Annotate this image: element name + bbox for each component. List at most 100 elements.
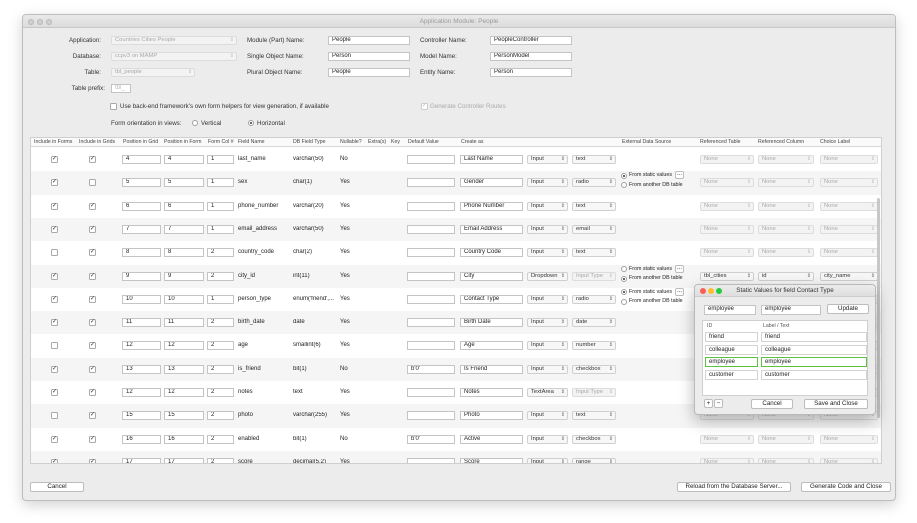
input-type-select[interactable]: date ⇕ [572,318,616,328]
create-as-select[interactable]: Input ⇕ [527,201,568,211]
field-label-input[interactable]: Is Friend [460,364,523,374]
column-header[interactable]: Choice Label [820,139,850,145]
include-in-forms-checkbox[interactable]: ✓ [51,202,58,210]
form-col-input[interactable]: 2 [207,364,234,374]
form-col-input[interactable]: 2 [207,388,234,397]
module-name-input[interactable]: People [328,36,410,45]
include-in-grids-checkbox[interactable]: ✓ [89,458,96,463]
position-in-form-input[interactable]: 9 [164,271,204,281]
column-header[interactable]: DB Field Type [293,139,325,145]
static-value-id[interactable]: colleague [705,344,758,355]
include-in-grids-checkbox[interactable]: ✓ [89,389,96,396]
from-static-values-radio[interactable] [621,289,627,296]
input-type-select[interactable]: text ⇕ [572,411,616,421]
minimize-dialog-icon[interactable] [708,288,714,294]
position-in-form-input[interactable]: 13 [164,364,204,374]
include-in-forms-checkbox[interactable]: ✓ [51,458,58,463]
input-type-select[interactable]: text ⇕ [572,248,616,258]
from-db-table-radio[interactable] [621,182,627,189]
create-as-select[interactable]: Input ⇕ [527,411,568,421]
column-header[interactable]: Extra(s) [368,139,386,145]
default-value-input[interactable] [407,271,455,281]
field-label-input[interactable]: Last Name [460,155,523,164]
update-button[interactable]: Update [827,304,869,314]
input-type-select[interactable]: checkbox ⇕ [572,434,616,444]
application-select[interactable]: Countries Cities People ⇕ [111,36,237,45]
static-value-id[interactable]: customer [705,369,758,380]
default-value-input[interactable]: b'0' [407,364,455,374]
include-in-grids-checkbox[interactable]: ✓ [89,295,96,303]
entity-name-input[interactable]: Person [490,68,572,77]
default-value-input[interactable] [407,155,455,164]
create-as-select[interactable]: Input ⇕ [527,294,568,304]
static-value-label[interactable]: customer [761,369,867,380]
create-as-select[interactable]: Input ⇕ [527,457,568,463]
referenced-table-select[interactable]: None ⇕ [700,155,754,164]
input-type-select[interactable]: text ⇕ [572,201,616,211]
static-value-id[interactable]: employee [705,357,758,367]
field-label-input[interactable]: Email Address [460,224,523,234]
include-in-grids-checkbox[interactable]: ✓ [89,435,96,443]
default-value-input[interactable] [407,224,455,234]
position-in-form-input[interactable]: 12 [164,388,204,397]
referenced-column-select[interactable]: None ⇕ [758,155,814,164]
field-label-input[interactable]: Score [460,457,523,463]
include-in-forms-checkbox[interactable]: ✓ [51,179,58,187]
choice-label-select[interactable]: None ⇕ [820,224,878,234]
choice-label-select[interactable]: None ⇕ [820,434,878,444]
column-header[interactable]: Referenced Table [700,139,741,145]
default-value-input[interactable] [407,341,455,351]
value-label-input[interactable]: employee [761,305,821,315]
static-value-row[interactable]: colleague colleague [705,344,867,356]
create-as-select[interactable]: Input ⇕ [527,155,568,164]
form-col-input[interactable]: 1 [207,294,234,304]
form-col-input[interactable]: 2 [207,271,234,281]
default-value-input[interactable] [407,457,455,463]
zoom-dialog-icon[interactable] [716,288,722,294]
include-in-grids-checkbox[interactable]: ✓ [89,156,96,163]
from-static-values-radio[interactable] [621,266,627,272]
generate-routes-checkbox[interactable]: ✓ [421,103,428,110]
include-in-forms-checkbox[interactable] [51,249,58,257]
table-select[interactable]: tbl_people ⇕ [111,68,195,77]
input-type-select[interactable]: text ⇕ [572,155,616,164]
position-in-grid-input[interactable]: 16 [122,434,161,444]
column-header[interactable]: Default Value [408,139,439,145]
referenced-column-select[interactable]: None ⇕ [758,224,814,234]
default-value-input[interactable] [407,178,455,188]
column-header[interactable]: Position in Form [164,139,201,145]
input-type-select[interactable]: Input Type ⇕ [572,271,616,281]
field-label-input[interactable]: Age [460,341,523,351]
form-col-input[interactable]: 2 [207,318,234,328]
choice-label-select[interactable]: None ⇕ [820,457,878,463]
create-as-select[interactable]: Input ⇕ [527,341,568,351]
choice-label-select[interactable]: city_name ⇕ [820,271,878,281]
vertical-radio[interactable] [192,120,198,126]
default-value-input[interactable] [407,318,455,328]
input-type-select[interactable]: radio ⇕ [572,178,616,188]
column-header[interactable]: Referenced Column [758,139,804,145]
input-type-select[interactable]: checkbox ⇕ [572,364,616,374]
position-in-form-input[interactable]: 10 [164,294,204,304]
field-label-input[interactable]: Active [460,434,523,444]
form-col-input[interactable]: 1 [207,155,234,164]
static-values-edit-button[interactable]: ... [675,171,684,180]
static-value-id[interactable]: friend [705,332,758,342]
controller-name-input[interactable]: PeopleController [490,36,572,45]
field-label-input[interactable]: Contact Type [460,294,523,304]
choice-label-select[interactable]: None ⇕ [820,201,878,211]
generate-code-button[interactable]: Generate Code and Close [801,482,891,492]
form-col-input[interactable]: 1 [207,201,234,211]
include-in-grids-checkbox[interactable]: ✓ [89,319,96,327]
create-as-select[interactable]: TextArea ⇕ [527,388,568,397]
position-in-form-input[interactable]: 6 [164,201,204,211]
column-header[interactable]: Key [391,139,400,145]
include-in-forms-checkbox[interactable]: ✓ [51,295,58,303]
field-label-input[interactable]: City [460,271,523,281]
value-id-input[interactable]: employee [704,305,756,315]
referenced-column-select[interactable]: None ⇕ [758,201,814,211]
model-name-input[interactable]: PersonModel [490,52,572,61]
include-in-forms-checkbox[interactable] [51,342,58,350]
default-value-input[interactable] [407,388,455,397]
column-header[interactable]: Include in Grids [79,139,115,145]
